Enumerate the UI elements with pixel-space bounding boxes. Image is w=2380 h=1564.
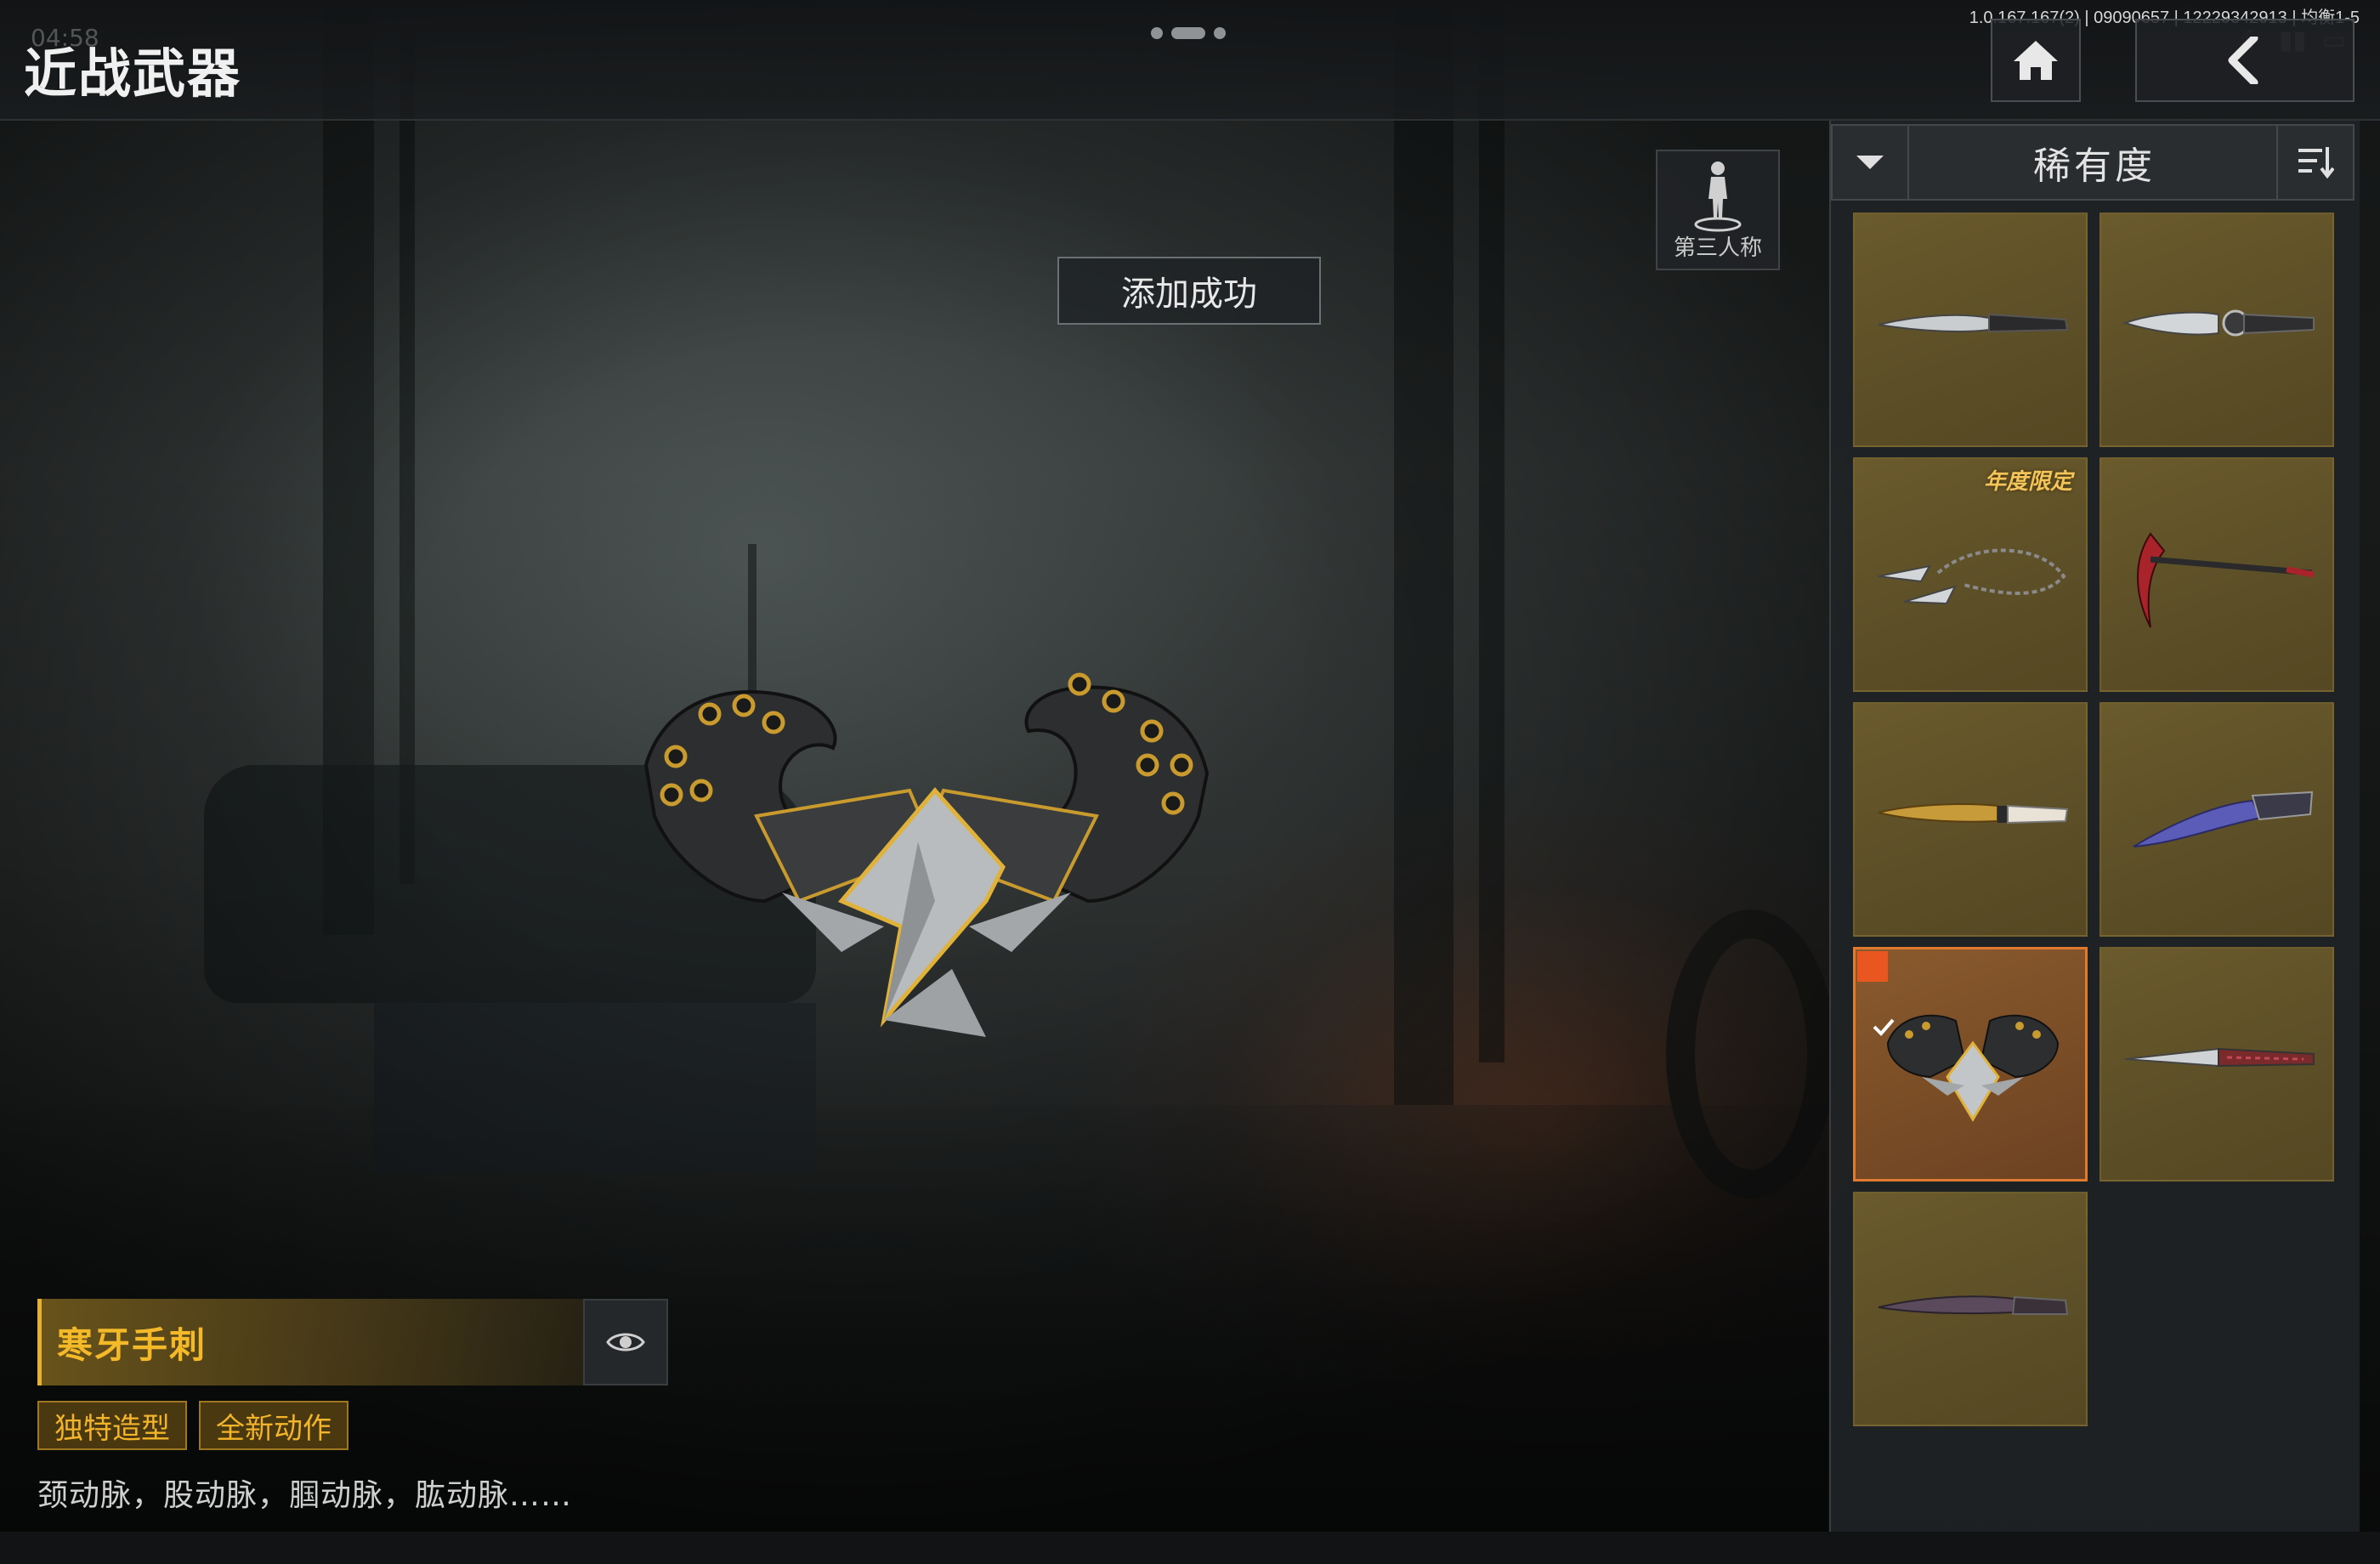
weapon-item[interactable]: 年度限定: [1853, 457, 2088, 692]
preview-button[interactable]: [583, 1299, 668, 1386]
weapon-item[interactable]: [1853, 1192, 2088, 1426]
item-tag: 全新动作: [199, 1401, 348, 1450]
home-icon: [2014, 41, 2058, 80]
weapon-item-selected[interactable]: [1853, 947, 2088, 1182]
dagger-icon: [1878, 313, 2069, 333]
serrated-blade-icon: [2124, 1047, 2315, 1068]
third-person-toggle[interactable]: 第三人称: [1656, 150, 1780, 270]
golden-knife-icon: [1878, 803, 2069, 824]
weapon-item[interactable]: [1853, 702, 2088, 937]
chevron-left-icon: [2228, 37, 2258, 84]
third-person-label: 第三人称: [1673, 235, 1762, 261]
bottom-strip: [0, 1532, 2380, 1564]
eye-icon: [606, 1333, 645, 1352]
limited-badge: 年度限定: [1983, 469, 2072, 495]
weapon-item[interactable]: [2100, 457, 2334, 692]
weapon-item[interactable]: [2100, 212, 2334, 447]
weapon-item[interactable]: [2100, 702, 2334, 937]
page-indicator: [1151, 27, 1226, 39]
weapon-preview[interactable]: [629, 646, 1224, 1046]
weapon-item[interactable]: [2100, 947, 2334, 1182]
item-tag: 独特造型: [37, 1401, 187, 1450]
item-name-bar: 寒牙手刺: [37, 1299, 583, 1386]
curved-blade-icon: [1878, 1295, 2069, 1315]
sort-order-button[interactable]: [2276, 126, 2353, 199]
item-name: 寒牙手刺: [57, 1323, 207, 1366]
sort-order-icon: [2298, 147, 2334, 179]
back-button[interactable]: [2135, 19, 2354, 102]
sort-rarity-label[interactable]: 稀有度: [1911, 126, 2278, 199]
page-title: 近战武器: [24, 42, 242, 105]
twin-push-daggers-icon: [1886, 1014, 2060, 1122]
sort-bar: 稀有度: [1831, 124, 2354, 201]
sort-collapse-button[interactable]: [1833, 126, 1909, 199]
combat-knife-icon: [2122, 309, 2315, 337]
weapon-item[interactable]: [1853, 212, 2088, 447]
item-description: 颈动脉，股动脉，腘动脉，肱动脉……: [37, 1478, 573, 1513]
person-icon: [1694, 162, 1742, 232]
karambit-icon: [2133, 790, 2314, 847]
checkmark-icon: [1857, 951, 1895, 1036]
chevron-down-icon: [1856, 156, 1884, 169]
twin-push-daggers-model: [643, 672, 1210, 1037]
item-tags: 独特造型 全新动作: [37, 1401, 348, 1450]
success-toast: 添加成功: [1057, 257, 1321, 325]
home-button[interactable]: [1991, 19, 2081, 102]
chain-blades-icon: [1878, 548, 2066, 605]
scythe-icon: [2137, 532, 2315, 628]
